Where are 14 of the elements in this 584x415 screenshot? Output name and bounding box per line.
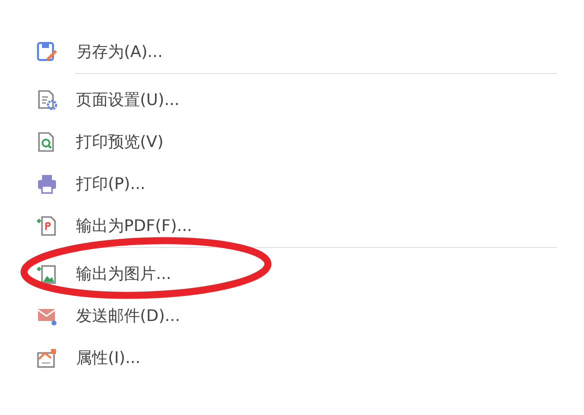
page-gear-icon — [36, 89, 58, 111]
save-icon — [36, 41, 58, 63]
menu-item[interactable]: 属性(I)... — [0, 337, 584, 379]
menu-item[interactable]: 另存为(A)... — [0, 31, 584, 73]
menu-item[interactable]: 发送邮件(D)... — [0, 295, 584, 337]
properties-icon — [36, 347, 58, 369]
menu-item[interactable]: 输出为图片... — [0, 253, 584, 295]
printer-icon — [36, 173, 58, 195]
pdf-file-icon — [36, 215, 58, 237]
menu-item[interactable]: 打印预览(V) — [0, 121, 584, 163]
menu-item[interactable]: 打印(P)... — [0, 163, 584, 205]
menu-item[interactable]: 页面设置(U)... — [0, 79, 584, 121]
menu-item[interactable]: 输出为PDF(F)... — [0, 205, 584, 247]
image-file-icon — [36, 263, 58, 285]
